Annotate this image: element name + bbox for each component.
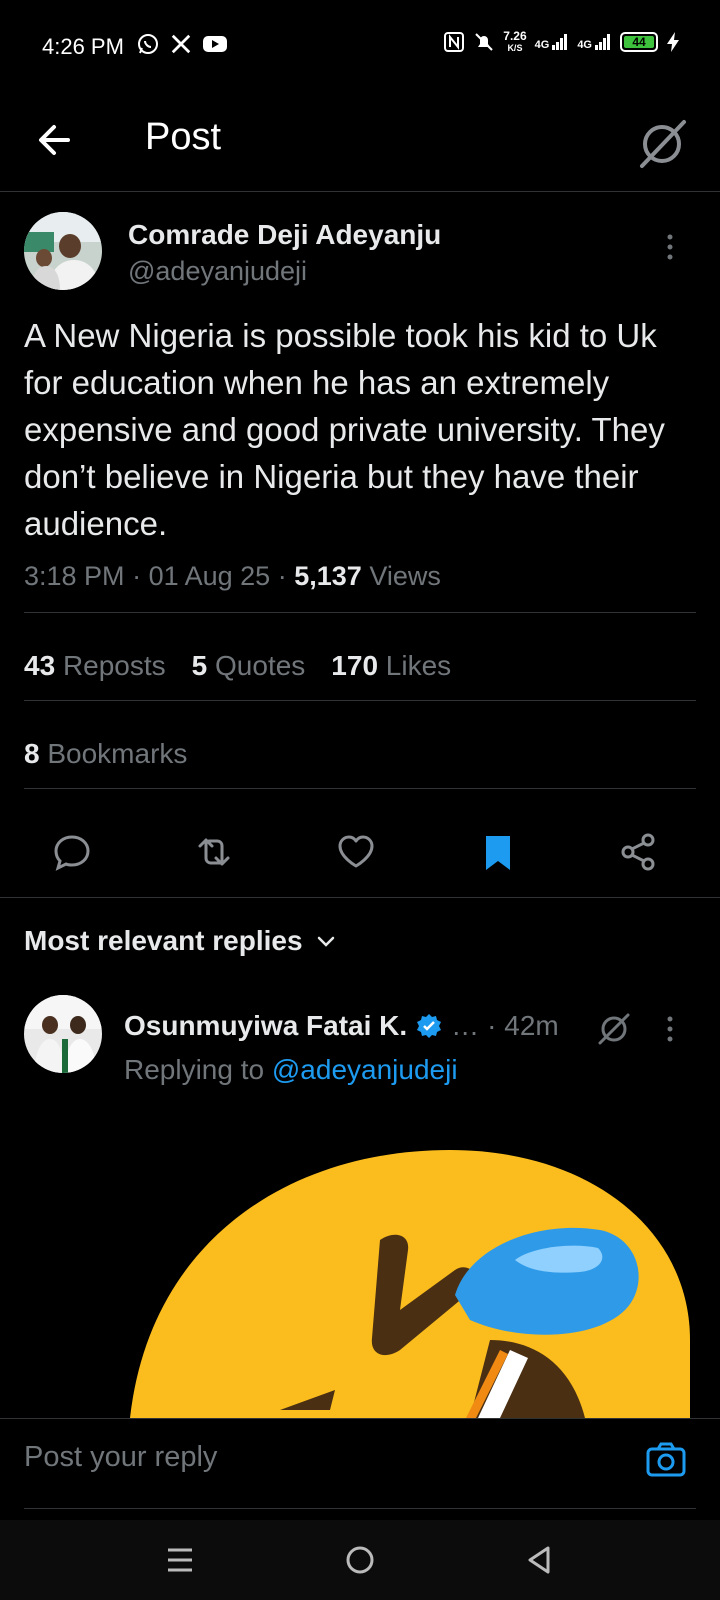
replying-mention[interactable]: @adeyanjudeji: [272, 1054, 458, 1085]
system-navigation-bar: [0, 1520, 720, 1600]
reply-author-row[interactable]: Osunmuyiwa Fatai K. … · 42m: [124, 1010, 559, 1042]
recents-button[interactable]: [160, 1540, 200, 1580]
whatsapp-icon: [138, 34, 158, 54]
post-date: 01 Aug 25: [148, 561, 271, 591]
reply-author-avatar[interactable]: [24, 995, 102, 1073]
network-speed: 7.26 K/S: [503, 30, 526, 54]
quotes-stat[interactable]: 5 Quotes: [192, 650, 306, 682]
comment-icon: [54, 835, 90, 871]
status-bar: 4:26 PM 7.26 K/S 4G 4G 44: [0, 0, 720, 92]
arrow-left-icon: [39, 125, 70, 155]
divider: [24, 612, 696, 613]
grok-button[interactable]: [634, 114, 690, 170]
likes-stat[interactable]: 170 Likes: [331, 650, 451, 682]
menu-icon: [168, 1548, 192, 1572]
signal-2-label: 4G: [577, 39, 592, 51]
nfc-icon: [444, 32, 465, 52]
home-circle-icon: [346, 1546, 374, 1574]
post-text: A New Nigeria is possible took his kid t…: [24, 317, 665, 542]
charging-icon: [667, 32, 679, 52]
divider: [24, 1508, 696, 1509]
author-handle[interactable]: @adeyanjudeji: [128, 256, 307, 287]
divider: [24, 788, 696, 789]
views-count: 5,137: [294, 561, 362, 591]
signal-1: 4G: [535, 33, 570, 51]
heart-icon: [338, 835, 374, 868]
repost-icon: [198, 838, 230, 866]
grok-icon: [640, 120, 686, 168]
camera-button[interactable]: [644, 1437, 688, 1481]
triangle-back-icon: [528, 1546, 550, 1574]
like-button[interactable]: [334, 830, 378, 874]
likes-count: 170: [331, 650, 379, 681]
bookmarks-stat[interactable]: 8 Bookmarks: [24, 738, 187, 770]
reply-composer: Post your reply: [0, 1418, 720, 1502]
reply-ellipsis: …: [451, 1010, 480, 1041]
reply-input[interactable]: Post your reply: [24, 1441, 217, 1474]
reply-more-button[interactable]: [660, 1014, 680, 1044]
post-actions: [0, 808, 720, 898]
camera-icon: [646, 1442, 686, 1477]
verified-badge-icon: [417, 1014, 442, 1038]
home-button[interactable]: [340, 1540, 380, 1580]
network-speed-unit: K/S: [507, 43, 523, 53]
bookmark-button[interactable]: [476, 830, 520, 874]
signal-1-label: 4G: [534, 39, 550, 51]
likes-label: Likes: [385, 650, 452, 681]
repost-button[interactable]: [192, 830, 236, 874]
page-title: Post: [145, 116, 222, 158]
replying-prefix: Replying to: [124, 1054, 265, 1085]
signal-2: 4G: [577, 33, 612, 51]
meta-separator: ·: [277, 561, 295, 591]
quotes-count: 5: [191, 650, 208, 681]
back-nav-button[interactable]: [520, 1540, 560, 1580]
reposts-stat[interactable]: 43 Reposts: [24, 650, 166, 682]
grok-icon: [598, 1013, 630, 1045]
signal-bars-icon: [595, 34, 610, 50]
network-speed-value: 7.26: [503, 29, 527, 43]
share-button[interactable]: [616, 830, 660, 874]
author-name[interactable]: Comrade Deji Adeyanju: [128, 219, 441, 251]
post-time: 3:18 PM: [24, 561, 125, 591]
reply-emoji-image: [0, 1110, 720, 1418]
reposts-label: Reposts: [62, 650, 166, 681]
reply-button[interactable]: [50, 830, 94, 874]
reply-author-name: Osunmuyiwa Fatai K.: [124, 1010, 408, 1041]
replies-heading: Most relevant replies: [24, 925, 303, 956]
reply-time: · 42m: [487, 1010, 559, 1041]
signal-bars-icon: [552, 34, 568, 50]
share-icon: [621, 833, 655, 871]
top-app-bar: Post: [0, 92, 720, 192]
more-vertical-icon: [667, 1016, 673, 1042]
battery-indicator: 44: [620, 32, 658, 52]
bookmarks-label: Bookmarks: [47, 738, 188, 769]
meta-separator: ·: [132, 561, 149, 591]
views-label: Views: [369, 561, 441, 591]
engagement-stats: 43 Reposts 5 Quotes 170 Likes: [24, 650, 451, 682]
reply-grok-button[interactable]: [596, 1010, 632, 1046]
back-button[interactable]: [30, 114, 82, 166]
quotes-label: Quotes: [215, 650, 306, 681]
replying-to: Replying to @adeyanjudeji: [124, 1054, 458, 1086]
bookmark-filled-icon: [486, 836, 510, 870]
post-meta: 3:18 PM · 01 Aug 25 · 5,137 Views: [24, 561, 441, 592]
mute-icon: [475, 33, 493, 51]
laughing-crying-emoji-icon: [130, 1150, 690, 1418]
youtube-icon: [203, 36, 227, 52]
more-vertical-icon: [667, 234, 673, 260]
battery-level: 44: [624, 36, 654, 48]
chevron-down-icon: [317, 936, 334, 947]
x-icon: [171, 34, 191, 54]
author-avatar[interactable]: [24, 212, 102, 290]
divider: [24, 700, 696, 701]
reposts-count: 43: [24, 650, 56, 681]
status-right-icons: 7.26 K/S 4G 4G 44: [443, 30, 680, 54]
replies-sort-dropdown[interactable]: Most relevant replies: [24, 925, 337, 957]
status-app-icons: [136, 32, 228, 56]
post-more-button[interactable]: [660, 232, 680, 262]
status-time: 4:26 PM: [42, 34, 124, 59]
bookmarks-count: 8: [24, 738, 40, 769]
